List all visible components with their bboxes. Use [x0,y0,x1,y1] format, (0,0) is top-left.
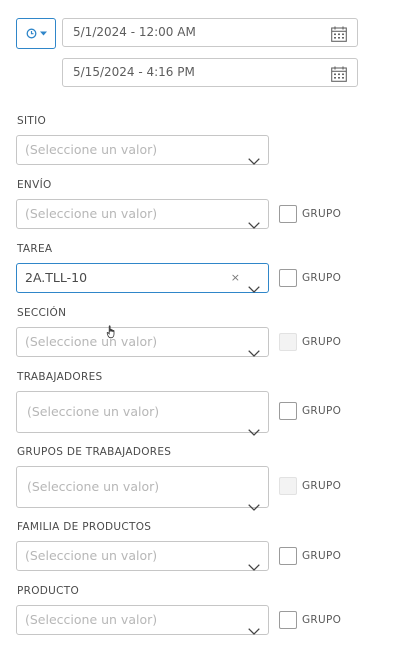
tarea-select[interactable]: 2A.TLL-10 × [16,263,269,293]
grupos-trabajadores-group-label: GRUPO [302,480,342,492]
envio-select[interactable]: (Seleccione un valor) [16,199,269,229]
chevron-down-icon [248,617,260,645]
envio-group-label: GRUPO [302,208,342,220]
trabajadores-group-label: GRUPO [302,405,342,417]
start-date-input[interactable]: 5/1/2024 - 12:00 AM [62,18,358,47]
tarea-value: 2A.TLL-10 [25,270,88,285]
familia-productos-label: FAMILIA DE PRODUCTOS [17,521,152,533]
calendar-icon[interactable] [331,25,347,52]
end-date-input[interactable]: 5/15/2024 - 4:16 PM [62,58,358,87]
seccion-select[interactable]: (Seleccione un valor) [16,327,269,357]
seccion-group-label: GRUPO [302,336,342,348]
seccion-label: SECCIÓN [17,307,67,319]
grupos-trabajadores-placeholder: (Seleccione un valor) [27,479,160,494]
chevron-down-icon [248,412,260,452]
grupos-trabajadores-select[interactable]: (Seleccione un valor) [16,466,269,511]
seccion-placeholder: (Seleccione un valor) [25,334,158,349]
trabajadores-select[interactable]: (Seleccione un valor) [16,391,269,436]
time-mode-button[interactable] [16,18,56,49]
chevron-down-icon [248,275,260,303]
sitio-select[interactable]: (Seleccione un valor) [16,135,269,165]
hand-cursor-icon [106,324,117,343]
familia-productos-group-label: GRUPO [302,550,342,562]
sitio-placeholder: (Seleccione un valor) [25,142,158,157]
producto-group-checkbox[interactable] [279,611,297,629]
grupos-trabajadores-group-checkbox [279,477,297,495]
chevron-down-icon [248,553,260,581]
chevron-down-icon [248,211,260,239]
tarea-group-checkbox[interactable] [279,269,297,287]
envio-group-checkbox[interactable] [279,205,297,223]
calendar-icon[interactable] [331,65,347,92]
chevron-down-icon [248,147,260,175]
tarea-group-label: GRUPO [302,272,342,284]
trabajadores-placeholder: (Seleccione un valor) [27,404,160,419]
producto-placeholder: (Seleccione un valor) [25,612,158,627]
producto-label: PRODUCTO [17,585,80,597]
producto-group-label: GRUPO [302,614,342,626]
familia-productos-placeholder: (Seleccione un valor) [25,548,158,563]
chevron-down-icon [248,487,260,527]
envio-label: ENVÍO [17,179,52,191]
clock-icon [26,28,37,39]
sitio-label: SITIO [17,115,47,127]
familia-productos-select[interactable]: (Seleccione un valor) [16,541,269,571]
grupos-trabajadores-label: GRUPOS DE TRABAJADORES [17,446,172,458]
caret-down-icon [39,31,47,36]
end-date-value: 5/15/2024 - 4:16 PM [73,65,195,79]
tarea-label: TAREA [17,243,53,255]
seccion-group-checkbox [279,333,297,351]
clear-icon[interactable]: × [231,272,240,284]
envio-placeholder: (Seleccione un valor) [25,206,158,221]
chevron-down-icon [248,339,260,367]
familia-productos-group-checkbox[interactable] [279,547,297,565]
producto-select[interactable]: (Seleccione un valor) [16,605,269,635]
trabajadores-group-checkbox[interactable] [279,402,297,420]
trabajadores-label: TRABAJADORES [17,371,103,383]
start-date-value: 5/1/2024 - 12:00 AM [73,25,196,39]
